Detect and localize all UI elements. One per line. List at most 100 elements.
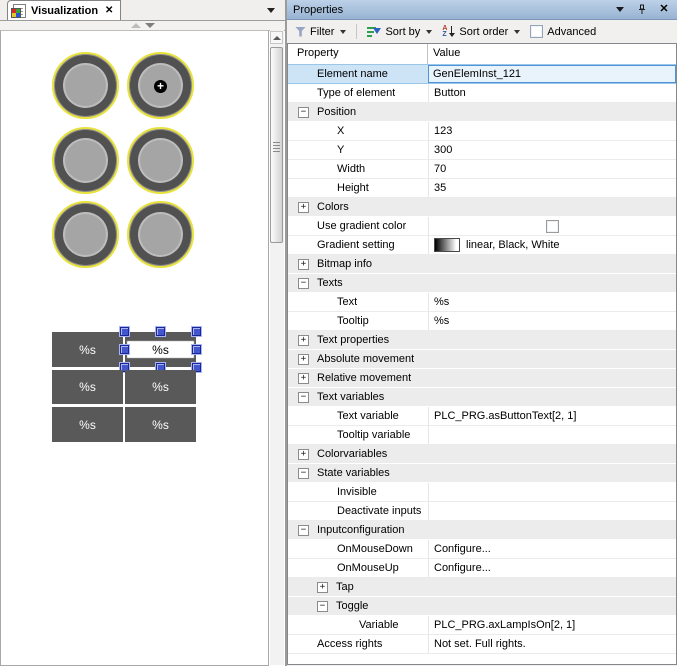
property-value-cell[interactable]: 70 bbox=[428, 160, 676, 178]
property-group-row[interactable]: −Position bbox=[288, 103, 676, 122]
column-header-value[interactable]: Value bbox=[428, 44, 676, 64]
value-checkbox[interactable] bbox=[546, 220, 559, 233]
expand-collapse-icon[interactable]: + bbox=[298, 449, 309, 460]
property-group-row[interactable]: +Tap bbox=[288, 578, 676, 597]
expand-collapse-icon[interactable]: + bbox=[298, 335, 309, 346]
button-element[interactable]: %s bbox=[52, 332, 123, 367]
selection-handle[interactable] bbox=[156, 327, 165, 336]
property-row[interactable]: Width70 bbox=[288, 160, 676, 179]
property-row[interactable]: Y300 bbox=[288, 141, 676, 160]
property-row[interactable]: Access rightsNot set. Full rights. bbox=[288, 635, 676, 654]
selection-handle[interactable] bbox=[192, 345, 201, 354]
button-element[interactable]: %s bbox=[52, 407, 123, 442]
button-face[interactable]: %s bbox=[126, 340, 195, 359]
property-name-cell: −State variables bbox=[288, 464, 676, 482]
property-group-row[interactable]: +Text properties bbox=[288, 331, 676, 350]
scroll-up-button[interactable] bbox=[270, 31, 283, 44]
button-element-selected[interactable]: %s bbox=[125, 332, 196, 367]
property-value-cell[interactable]: GenElemInst_121 bbox=[428, 65, 676, 83]
property-row[interactable]: OnMouseUpConfigure... bbox=[288, 559, 676, 578]
button-element[interactable]: %s bbox=[125, 370, 196, 404]
property-group-row[interactable]: −Inputconfiguration bbox=[288, 521, 676, 540]
property-group-row[interactable]: +Relative movement bbox=[288, 369, 676, 388]
button-element[interactable]: %s bbox=[52, 370, 123, 404]
lamp-element[interactable] bbox=[127, 201, 194, 268]
expand-collapse-icon[interactable]: + bbox=[298, 373, 309, 384]
expand-collapse-icon[interactable]: + bbox=[298, 354, 309, 365]
expand-collapse-icon[interactable]: + bbox=[317, 582, 328, 593]
auto-hide-pin-button[interactable] bbox=[635, 3, 649, 17]
property-value-cell[interactable] bbox=[428, 217, 676, 235]
selection-handle[interactable] bbox=[120, 345, 129, 354]
lamp-element[interactable] bbox=[52, 201, 119, 268]
property-value-cell[interactable]: PLC_PRG.asButtonText[2, 1] bbox=[428, 407, 676, 425]
property-row[interactable]: Type of elementButton bbox=[288, 84, 676, 103]
property-group-row[interactable]: −State variables bbox=[288, 464, 676, 483]
expand-collapse-icon[interactable]: + bbox=[298, 259, 309, 270]
property-value-cell[interactable]: Configure... bbox=[428, 559, 676, 577]
property-value-cell[interactable] bbox=[428, 426, 676, 444]
property-value-cell[interactable]: Button bbox=[428, 84, 676, 102]
property-value-cell[interactable]: 300 bbox=[428, 141, 676, 159]
expand-collapse-icon[interactable]: − bbox=[298, 278, 309, 289]
expand-collapse-icon[interactable]: + bbox=[298, 202, 309, 213]
sort-order-button[interactable]: AZ Sort order bbox=[439, 23, 523, 40]
property-value-cell[interactable]: Not set. Full rights. bbox=[428, 635, 676, 653]
property-group-row[interactable]: +Colors bbox=[288, 198, 676, 217]
visualization-canvas[interactable]: +%s%s%s%s%s%s bbox=[0, 30, 269, 666]
property-value: linear, Black, White bbox=[466, 239, 560, 251]
tab-visualization[interactable]: Visualization ✕ bbox=[7, 0, 121, 20]
property-row[interactable]: Tooltip%s bbox=[288, 312, 676, 331]
property-value-cell[interactable]: %s bbox=[428, 312, 676, 330]
property-group-row[interactable]: −Toggle bbox=[288, 597, 676, 616]
expand-collapse-icon[interactable]: − bbox=[298, 525, 309, 536]
property-row[interactable]: VariablePLC_PRG.axLampIsOn[2, 1] bbox=[288, 616, 676, 635]
expand-collapse-icon[interactable]: − bbox=[298, 107, 309, 118]
property-value-cell[interactable]: PLC_PRG.axLampIsOn[2, 1] bbox=[428, 616, 676, 634]
property-value-cell[interactable]: 123 bbox=[428, 122, 676, 140]
property-value-cell[interactable]: 35 bbox=[428, 179, 676, 197]
property-row[interactable]: Deactivate inputs bbox=[288, 502, 676, 521]
property-group-row[interactable]: −Texts bbox=[288, 274, 676, 293]
property-value-cell[interactable]: %s bbox=[428, 293, 676, 311]
property-value-cell[interactable]: Configure... bbox=[428, 540, 676, 558]
tab-list-dropdown-icon[interactable] bbox=[267, 8, 275, 13]
selection-handle[interactable] bbox=[192, 327, 201, 336]
properties-grid: Property Value Element nameGenElemInst_1… bbox=[287, 43, 677, 665]
property-group-row[interactable]: +Colorvariables bbox=[288, 445, 676, 464]
property-row[interactable]: OnMouseDownConfigure... bbox=[288, 540, 676, 559]
expand-collapse-icon[interactable]: − bbox=[298, 392, 309, 403]
property-row[interactable]: Tooltip variable bbox=[288, 426, 676, 445]
expand-collapse-icon[interactable]: − bbox=[298, 468, 309, 479]
window-position-menu-button[interactable] bbox=[613, 3, 627, 17]
button-element[interactable]: %s bbox=[125, 407, 196, 442]
canvas-vertical-scrollbar[interactable] bbox=[270, 30, 284, 665]
property-row[interactable]: Height35 bbox=[288, 179, 676, 198]
filter-button[interactable]: Filter bbox=[292, 24, 349, 40]
property-group-row[interactable]: −Text variables bbox=[288, 388, 676, 407]
selection-handle[interactable] bbox=[120, 327, 129, 336]
property-row[interactable]: Invisible bbox=[288, 483, 676, 502]
tab-close-icon[interactable]: ✕ bbox=[105, 6, 113, 16]
scrollbar-thumb[interactable] bbox=[270, 47, 283, 243]
lamp-element[interactable] bbox=[52, 127, 119, 194]
expand-collapse-icon[interactable]: − bbox=[317, 601, 328, 612]
sort-by-button[interactable]: Sort by bbox=[364, 24, 435, 40]
property-group-row[interactable]: +Absolute movement bbox=[288, 350, 676, 369]
property-group-row[interactable]: +Bitmap info bbox=[288, 255, 676, 274]
advanced-checkbox[interactable] bbox=[530, 25, 543, 38]
property-value-cell[interactable] bbox=[428, 502, 676, 520]
advanced-toggle[interactable]: Advanced bbox=[527, 23, 599, 40]
lamp-element[interactable] bbox=[127, 127, 194, 194]
property-row[interactable]: Text variablePLC_PRG.asButtonText[2, 1] bbox=[288, 407, 676, 426]
property-row[interactable]: Text%s bbox=[288, 293, 676, 312]
property-value-cell[interactable]: linear, Black, White bbox=[428, 236, 676, 254]
property-row[interactable]: X123 bbox=[288, 122, 676, 141]
property-row[interactable]: Gradient settinglinear, Black, White bbox=[288, 236, 676, 255]
column-header-property[interactable]: Property bbox=[288, 44, 428, 64]
close-panel-button[interactable]: ✕ bbox=[657, 3, 671, 17]
property-row[interactable]: Element nameGenElemInst_121 bbox=[288, 64, 676, 84]
property-value-cell[interactable] bbox=[428, 483, 676, 501]
property-row[interactable]: Use gradient color bbox=[288, 217, 676, 236]
lamp-element[interactable] bbox=[52, 52, 119, 119]
